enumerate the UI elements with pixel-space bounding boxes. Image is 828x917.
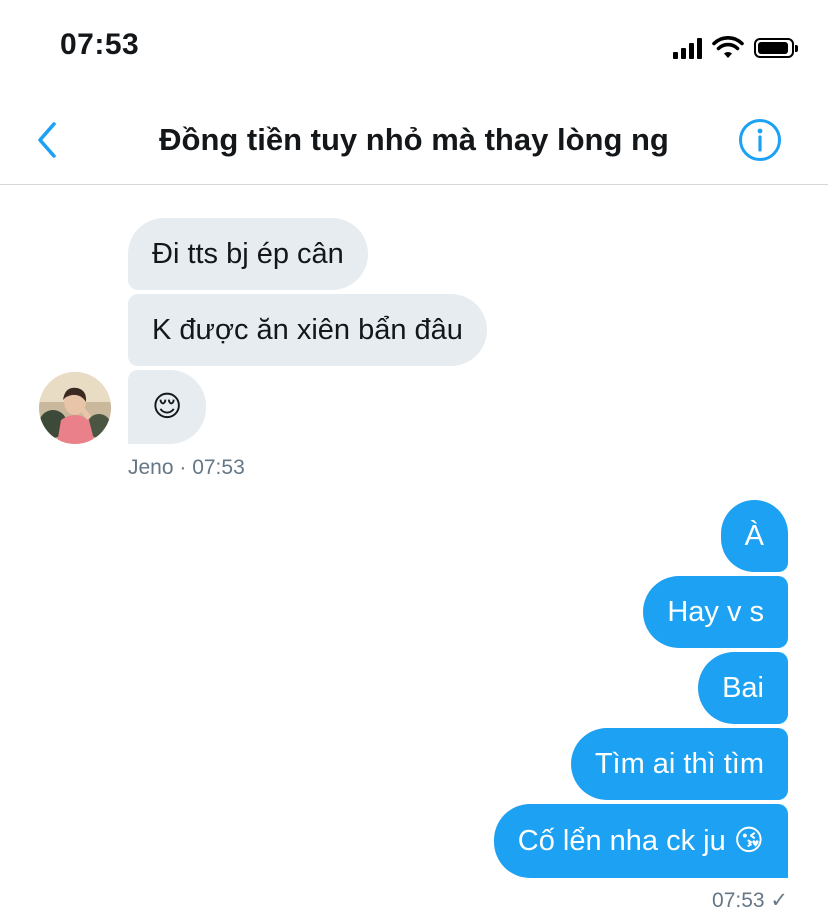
outgoing-message[interactable]: Cố lển nha ck ju 😘 (493, 804, 788, 878)
status-time: 07:53 (60, 28, 140, 61)
message-text: Tìm ai thì tìm (594, 747, 764, 780)
outgoing-message[interactable]: À (720, 500, 788, 572)
incoming-message[interactable]: 😌 (128, 370, 207, 444)
status-bar: 07:53 (0, 0, 828, 96)
message-text: Đi tts bj ép cân (152, 237, 344, 270)
signal-icon (673, 37, 702, 59)
message-text: Hay v s (667, 595, 764, 628)
message-text: À (744, 519, 764, 552)
incoming-message[interactable]: Đi tts bj ép cân (128, 218, 368, 290)
outgoing-meta: 07:53 ✓ (712, 889, 788, 912)
conversation-header: Đồng tiền tuy nhỏ mà thay lòng ng (0, 96, 828, 185)
info-button[interactable] (738, 118, 782, 162)
incoming-meta: Jeno · 07:53 (128, 456, 245, 479)
outgoing-message[interactable]: Hay v s (643, 576, 788, 648)
outgoing-message[interactable]: Bai (698, 652, 788, 724)
info-icon (739, 119, 781, 161)
outgoing-message[interactable]: Tìm ai thì tìm (570, 728, 788, 800)
incoming-message[interactable]: K được ăn xiên bẩn đâu (128, 294, 487, 366)
status-icons (673, 36, 798, 60)
wifi-icon (712, 36, 744, 58)
battery-icon (754, 38, 798, 58)
avatar-image (39, 372, 111, 444)
message-text: K được ăn xiên bẩn đâu (152, 313, 463, 346)
conversation-title: Đồng tiền tuy nhỏ mà thay lòng ng (159, 122, 669, 157)
message-text: Cố lển nha ck ju 😘 (517, 824, 764, 857)
message-text: 😌 (152, 390, 183, 423)
message-text: Bai (722, 671, 764, 704)
sender-avatar[interactable] (39, 372, 111, 444)
